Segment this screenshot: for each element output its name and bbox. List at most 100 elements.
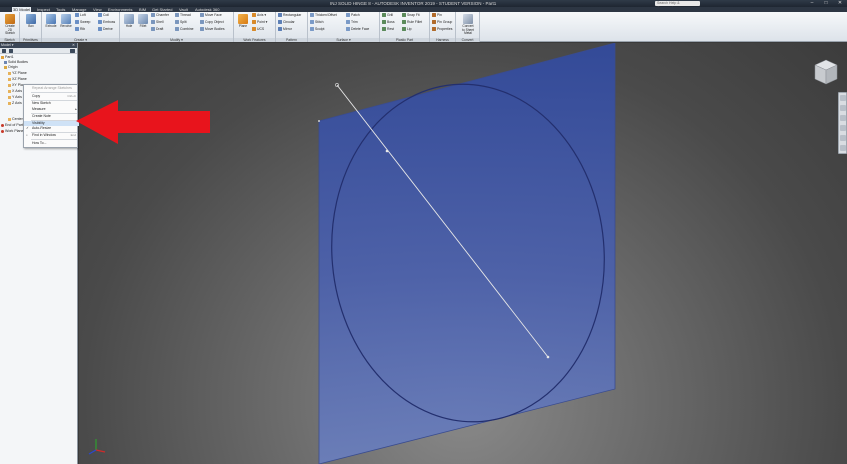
extrude-icon	[46, 14, 56, 24]
rest-button[interactable]: Rest	[382, 26, 394, 33]
nav-steering-wheel-icon[interactable]	[840, 95, 846, 101]
tree-item-z-axis[interactable]: Z Axis	[8, 101, 22, 106]
stitch-button[interactable]: Stitch	[310, 19, 323, 26]
trim-button[interactable]: Trim	[346, 19, 358, 26]
derive-button[interactable]: Derive	[98, 26, 113, 33]
tree-item-xz-plane[interactable]: XZ Plane	[8, 77, 27, 82]
menu-item-copy[interactable]: Copy Ctrl+C	[24, 94, 79, 99]
patch-button[interactable]: Patch	[346, 12, 360, 19]
circular-button[interactable]: Circular	[278, 19, 295, 26]
fillet-icon	[138, 14, 148, 24]
create-group: Extrude Revolve Loft Sweep Rib Coil Embo…	[42, 12, 120, 42]
thicken-offset-button[interactable]: Thicken/Offset	[310, 12, 337, 19]
convert-group: Convert to Sheet Metal Convert	[456, 12, 480, 42]
shell-button[interactable]: Shell	[151, 19, 164, 26]
modify-group: Hole Fillet Chamfer Shell Draft Thread S…	[120, 12, 234, 42]
tree-item-x-axis[interactable]: X Axis	[8, 89, 22, 94]
menu-icon[interactable]	[70, 49, 75, 53]
move-face-button[interactable]: Move Face	[200, 12, 222, 19]
split-button[interactable]: Split	[175, 19, 187, 26]
snap-fit-button[interactable]: Snap Fit	[402, 12, 420, 19]
nav-pan-icon[interactable]	[840, 105, 846, 111]
minimize-button[interactable]: –	[807, 0, 817, 7]
lip-icon	[402, 27, 406, 32]
primitives-group: Box Primitives	[20, 12, 42, 42]
work-plane[interactable]	[318, 43, 616, 464]
browser-title[interactable]: Model ▾	[1, 43, 14, 47]
delete-face-button[interactable]: Delete Face	[346, 26, 369, 33]
circular-pattern-icon	[278, 20, 282, 25]
fillet-button[interactable]: Fillet	[136, 13, 150, 37]
chamfer-button[interactable]: Chamfer	[151, 12, 169, 19]
rest-icon	[382, 27, 386, 32]
patch-icon	[346, 13, 350, 18]
properties-button[interactable]: Properties	[432, 26, 452, 33]
triad-icon	[88, 439, 106, 455]
menu-item-auto-resize[interactable]: ✓ Auto-Resize	[24, 126, 79, 131]
search-input[interactable]: Search Help & Commands...	[655, 1, 700, 10]
thread-icon	[175, 13, 179, 18]
axis-button[interactable]: Axis ▾	[252, 12, 266, 19]
hole-button[interactable]: Hole	[122, 13, 136, 37]
search-icon[interactable]	[9, 49, 13, 53]
loft-button[interactable]: Loft	[75, 12, 86, 19]
check-icon: ✓	[26, 126, 29, 130]
coil-button[interactable]: Coil	[98, 12, 109, 19]
point-button[interactable]: Point ▾	[252, 19, 267, 26]
point-icon	[8, 117, 11, 121]
split-icon	[175, 20, 179, 25]
tree-item-y-axis[interactable]: Y Axis	[8, 95, 22, 100]
tree-item-yz-plane[interactable]: YZ Plane	[8, 71, 27, 76]
filter-icon[interactable]	[2, 49, 6, 53]
revolve-button[interactable]: Revolve	[59, 13, 73, 37]
viewcube-icon[interactable]	[813, 58, 839, 86]
tree-item-end-of-part[interactable]: End of Part	[1, 123, 23, 128]
nav-orbit-icon[interactable]	[840, 125, 846, 131]
nav-look-at-icon[interactable]	[840, 135, 846, 141]
grill-button[interactable]: Grill	[382, 12, 393, 19]
thread-button[interactable]: Thread	[175, 12, 191, 19]
close-button[interactable]: ✕	[835, 0, 845, 7]
lip-button[interactable]: Lip	[402, 26, 412, 33]
rule-fillet-button[interactable]: Rule Fillet	[402, 19, 422, 26]
sweep-button[interactable]: Sweep	[75, 19, 90, 26]
draft-button[interactable]: Draft	[151, 26, 163, 33]
ucs-button[interactable]: UCS	[252, 26, 264, 33]
menu-item-find-in-window[interactable]: ⌕ Find in Window End	[24, 133, 79, 138]
pin-button[interactable]: Pin	[432, 12, 442, 19]
end-of-part-icon	[1, 123, 4, 127]
emboss-button[interactable]: Emboss	[98, 19, 115, 26]
plane-icon	[8, 83, 11, 87]
combine-icon	[175, 27, 179, 32]
loft-icon	[75, 13, 79, 18]
boss-button[interactable]: Boss	[382, 19, 395, 26]
ribbon: Create 2D Sketch Sketch Box Primitives E…	[0, 12, 847, 42]
nav-zoom-icon[interactable]	[840, 115, 846, 121]
tree-item-center[interactable]: Center	[8, 117, 23, 122]
extrude-button[interactable]: Extrude	[44, 13, 58, 37]
maximize-button[interactable]: □	[821, 0, 831, 7]
sculpt-button[interactable]: Sculpt	[310, 26, 324, 33]
menu-item-create-note[interactable]: Create Note	[24, 114, 79, 119]
copy-object-button[interactable]: Copy Object	[200, 19, 224, 26]
nav-customize-icon[interactable]	[840, 145, 846, 151]
plane-button[interactable]: Plane	[236, 13, 250, 37]
box-button[interactable]: Box	[24, 13, 38, 37]
move-bodies-button[interactable]: Move Bodies	[200, 26, 225, 33]
menu-item-measure[interactable]: Measure ▸	[24, 107, 79, 112]
point-icon	[252, 20, 256, 25]
tree-item-origin[interactable]: Origin	[4, 65, 18, 70]
convert-sheet-metal-button[interactable]: Convert to Sheet Metal	[461, 13, 475, 37]
menu-item-new-sketch[interactable]: New Sketch	[24, 101, 79, 106]
navbar-icon[interactable]	[838, 92, 847, 154]
create-2d-sketch-button[interactable]: Create 2D Sketch	[3, 13, 17, 37]
rib-button[interactable]: Rib	[75, 26, 85, 33]
mirror-button[interactable]: Mirror	[278, 26, 292, 33]
pin-group-button[interactable]: Pin Group	[432, 19, 452, 26]
tree-item-work-plane[interactable]: Work Plane	[1, 129, 24, 134]
ucs-icon	[252, 27, 256, 32]
menu-item-how-to[interactable]: How To...	[24, 141, 79, 146]
combine-button[interactable]: Combine	[175, 26, 194, 33]
rectangular-button[interactable]: Rectangular	[278, 12, 301, 19]
menu-item-repeat[interactable]: Repeat Arrange Sketches	[24, 86, 79, 91]
